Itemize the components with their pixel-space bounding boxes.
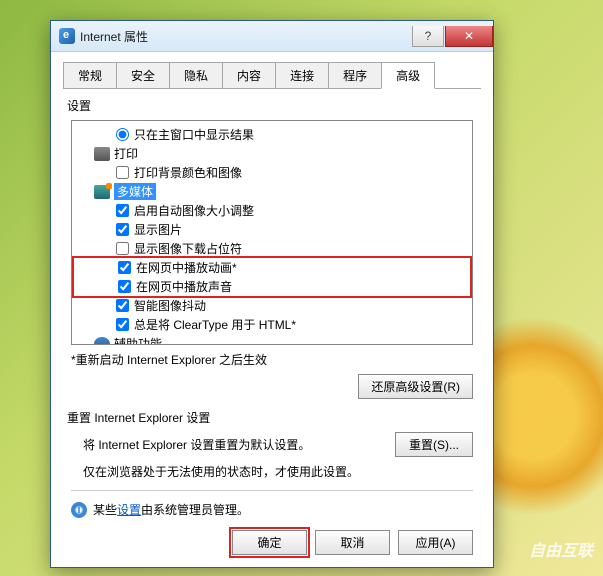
- tab-connections[interactable]: 连接: [275, 62, 329, 88]
- ie-icon: [59, 28, 75, 44]
- multimedia-icon: [94, 185, 110, 199]
- checkbox[interactable]: [118, 261, 131, 274]
- tab-content[interactable]: 内容: [222, 62, 276, 88]
- apply-button[interactable]: 应用(A): [398, 530, 473, 555]
- checkbox[interactable]: [116, 223, 129, 236]
- reset-section-title: 重置 Internet Explorer 设置: [67, 409, 481, 426]
- info-icon: i: [71, 502, 87, 518]
- tree-item-play-animation[interactable]: 在网页中播放动画*: [76, 258, 468, 277]
- tab-general[interactable]: 常规: [63, 62, 117, 88]
- checkbox[interactable]: [118, 280, 131, 293]
- reset-warning: 仅在浏览器处于无法使用的状态时，才使用此设置。: [83, 463, 473, 480]
- highlight-annotation: 在网页中播放动画* 在网页中播放声音: [72, 256, 472, 298]
- restore-defaults-button[interactable]: 还原高级设置(R): [358, 374, 473, 399]
- internet-properties-dialog: Internet 属性 ? ✕ 常规 安全 隐私 内容 连接 程序 高级 设置 …: [50, 20, 494, 568]
- tab-advanced[interactable]: 高级: [381, 62, 435, 89]
- tree-item[interactable]: 只在主窗口中显示结果: [74, 125, 470, 144]
- reset-button[interactable]: 重置(S)...: [395, 432, 473, 457]
- tab-programs[interactable]: 程序: [328, 62, 382, 88]
- watermark: 自由互联: [529, 537, 593, 561]
- close-button[interactable]: ✕: [445, 26, 493, 47]
- checkbox[interactable]: [116, 242, 129, 255]
- checkbox[interactable]: [116, 318, 129, 331]
- radio[interactable]: [116, 128, 129, 141]
- cancel-button[interactable]: 取消: [315, 530, 390, 555]
- restart-note: *重新启动 Internet Explorer 之后生效: [71, 351, 473, 368]
- settings-tree[interactable]: 只在主窗口中显示结果 打印 打印背景颜色和图像 多媒体 启用自动图像大小调整 显…: [71, 120, 473, 345]
- tree-item-play-sound[interactable]: 在网页中播放声音: [76, 277, 468, 296]
- settings-link[interactable]: 设置: [117, 503, 141, 517]
- checkbox[interactable]: [116, 166, 129, 179]
- admin-info: i 某些设置由系统管理员管理。: [71, 501, 473, 518]
- tree-group-media[interactable]: 多媒体: [74, 182, 470, 201]
- checkbox[interactable]: [116, 204, 129, 217]
- window-title: Internet 属性: [80, 28, 412, 45]
- tree-group-accessibility[interactable]: 辅助功能: [74, 334, 470, 345]
- tree-item[interactable]: 智能图像抖动: [74, 296, 470, 315]
- tab-security[interactable]: 安全: [116, 62, 170, 88]
- tree-group-print[interactable]: 打印: [74, 144, 470, 163]
- tree-item[interactable]: 显示图片: [74, 220, 470, 239]
- help-button[interactable]: ?: [412, 26, 444, 47]
- tree-item[interactable]: 打印背景颜色和图像: [74, 163, 470, 182]
- titlebar[interactable]: Internet 属性 ? ✕: [51, 21, 493, 52]
- tab-privacy[interactable]: 隐私: [169, 62, 223, 88]
- ok-button[interactable]: 确定: [232, 530, 307, 555]
- checkbox[interactable]: [116, 299, 129, 312]
- accessibility-icon: [94, 337, 110, 346]
- divider: [71, 490, 473, 491]
- printer-icon: [94, 147, 110, 161]
- tree-item[interactable]: 启用自动图像大小调整: [74, 201, 470, 220]
- reset-description: 将 Internet Explorer 设置重置为默认设置。: [83, 436, 385, 453]
- tab-bar: 常规 安全 隐私 内容 连接 程序 高级: [63, 62, 481, 89]
- tree-item[interactable]: 总是将 ClearType 用于 HTML*: [74, 315, 470, 334]
- settings-label: 设置: [67, 97, 481, 114]
